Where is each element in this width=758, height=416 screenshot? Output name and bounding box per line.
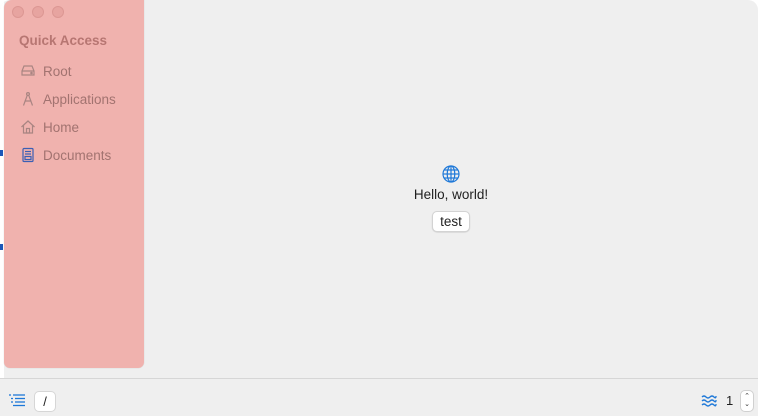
home-icon [19, 118, 37, 136]
bottom-bar: / 1 ⌃ ⌄ [0, 378, 758, 416]
app-window: Quick Access Root Applications Home Docu… [0, 0, 758, 416]
sidebar-item-home[interactable]: Home [19, 113, 139, 141]
stepper-up-icon[interactable]: ⌃ [744, 393, 750, 401]
stepper-down-icon[interactable]: ⌄ [744, 401, 750, 409]
waves-icon[interactable] [701, 394, 717, 408]
path-field[interactable]: / [34, 391, 56, 412]
edge-marker [0, 150, 3, 156]
sidebar: Quick Access Root Applications Home Docu… [4, 0, 144, 368]
close-window-button[interactable] [12, 6, 24, 18]
window-controls [12, 6, 64, 18]
center-stack: Hello, world! test [144, 164, 758, 232]
sidebar-item-documents[interactable]: Documents [19, 141, 139, 169]
sidebar-item-label: Applications [43, 91, 116, 107]
edge-marker [0, 244, 3, 250]
globe-icon [442, 165, 460, 183]
list-indent-icon[interactable] [8, 393, 26, 407]
documents-icon [19, 146, 37, 164]
sidebar-item-applications[interactable]: Applications [19, 85, 139, 113]
stepper-value: 1 [726, 393, 734, 408]
zoom-window-button[interactable] [52, 6, 64, 18]
minimize-window-button[interactable] [32, 6, 44, 18]
drive-icon [19, 62, 37, 80]
sidebar-list: Root Applications Home Documents [19, 57, 139, 169]
sidebar-heading: Quick Access [19, 33, 108, 48]
stepper[interactable]: ⌃ ⌄ [740, 390, 754, 412]
greeting-text: Hello, world! [413, 187, 489, 202]
sidebar-item-root[interactable]: Root [19, 57, 139, 85]
sidebar-item-label: Documents [43, 147, 112, 163]
sidebar-item-label: Root [43, 63, 72, 79]
applications-icon [19, 90, 37, 108]
sidebar-item-label: Home [43, 119, 80, 135]
main-content: Hello, world! test [144, 0, 758, 378]
test-button[interactable]: test [432, 211, 470, 232]
